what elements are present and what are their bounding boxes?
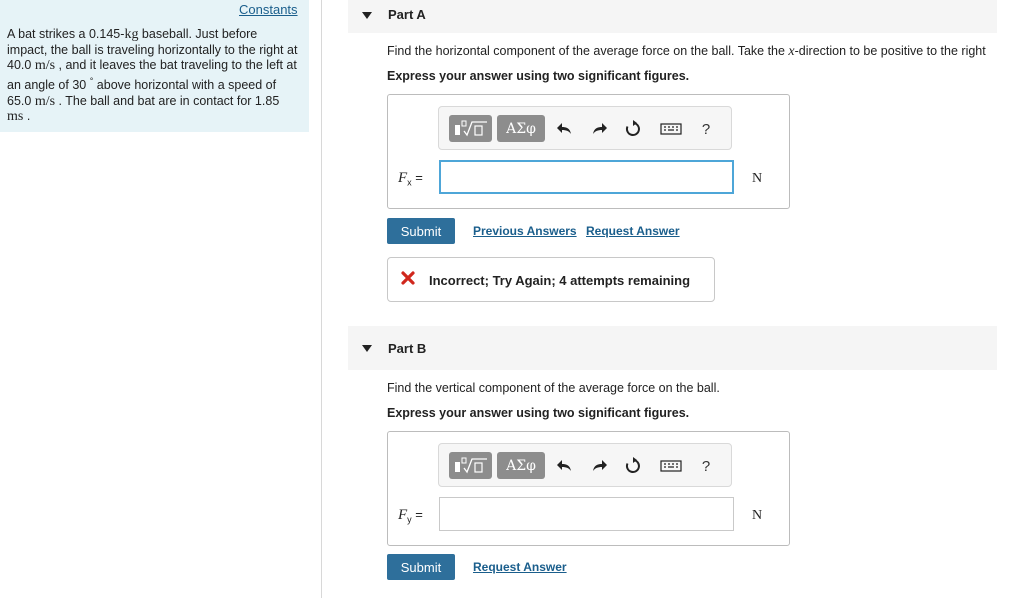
collapse-triangle-icon[interactable] [362, 345, 372, 352]
constants-link[interactable]: Constants [239, 2, 298, 17]
part-b-header[interactable]: Part B [348, 326, 997, 370]
feedback-text: Incorrect; Try Again; 4 attempts remaini… [429, 273, 691, 288]
help-icon[interactable]: ? [694, 117, 718, 141]
unit-text: kg [124, 27, 139, 42]
fy-answer-input[interactable] [439, 497, 734, 531]
feedback-box: Incorrect; Try Again; 4 attempts remaini… [387, 257, 715, 302]
keyboard-icon[interactable] [659, 117, 683, 141]
templates-button[interactable] [449, 115, 492, 142]
fy-label: Fy = [398, 507, 423, 525]
previous-answers-link[interactable]: Previous Answers [473, 224, 577, 238]
redo-icon[interactable] [587, 454, 611, 478]
part-a-submit-button[interactable]: Submit [387, 218, 455, 244]
help-icon[interactable]: ? [694, 454, 718, 478]
fy-unit: N [752, 508, 763, 523]
unit-text: m/s [34, 93, 56, 109]
part-a-question: Find the horizontal component of the ave… [387, 44, 986, 59]
templates-icon [454, 120, 487, 136]
problem-panel: Constants A bat strikes a 0.145-kg baseb… [0, 0, 309, 132]
undo-icon[interactable] [553, 454, 577, 478]
templates-icon [454, 457, 487, 473]
unit-text: m/s [34, 58, 56, 74]
error-x-icon [401, 271, 415, 285]
fx-answer-input[interactable] [439, 160, 734, 194]
problem-text-segment: . [23, 109, 31, 124]
redo-icon[interactable] [587, 117, 611, 141]
greek-symbols-button[interactable]: ΑΣφ [497, 452, 545, 479]
greek-symbols-button[interactable]: ΑΣφ [497, 115, 545, 142]
templates-button[interactable] [449, 452, 492, 479]
part-b-question: Find the vertical component of the avera… [387, 381, 720, 395]
problem-statement: A bat strikes a 0.145-kg baseball. Just … [7, 27, 299, 125]
part-b-request-answer-link[interactable]: Request Answer [473, 560, 567, 574]
reset-icon[interactable] [621, 117, 645, 141]
problem-text-segment: . The ball and bat are in contact for 1.… [55, 93, 280, 108]
part-a-title: Part A [388, 7, 426, 22]
part-a-answer-box: ΑΣφ ? Fx = N [387, 94, 790, 209]
unit-text: ms [7, 109, 24, 125]
fx-unit: N [752, 171, 763, 186]
undo-icon[interactable] [553, 117, 577, 141]
panel-divider [321, 0, 322, 598]
part-b-submit-button[interactable]: Submit [387, 554, 455, 580]
problem-text-segment: A bat strikes a 0.145- [7, 27, 125, 41]
part-b-answer-box: ΑΣφ ? Fy = N [387, 431, 790, 546]
collapse-triangle-icon[interactable] [362, 12, 372, 19]
part-a-header[interactable]: Part A [348, 0, 997, 33]
part-b-instruction: Express your answer using two significan… [387, 406, 690, 420]
part-a-instruction: Express your answer using two significan… [387, 69, 690, 83]
part-a-request-answer-link[interactable]: Request Answer [586, 224, 680, 238]
reset-icon[interactable] [621, 454, 645, 478]
fx-label: Fx = [398, 170, 423, 188]
math-toolbar: ΑΣφ ? [438, 443, 732, 487]
math-toolbar: ΑΣφ ? [438, 106, 732, 150]
keyboard-icon[interactable] [659, 454, 683, 478]
part-b-title: Part B [388, 341, 427, 356]
